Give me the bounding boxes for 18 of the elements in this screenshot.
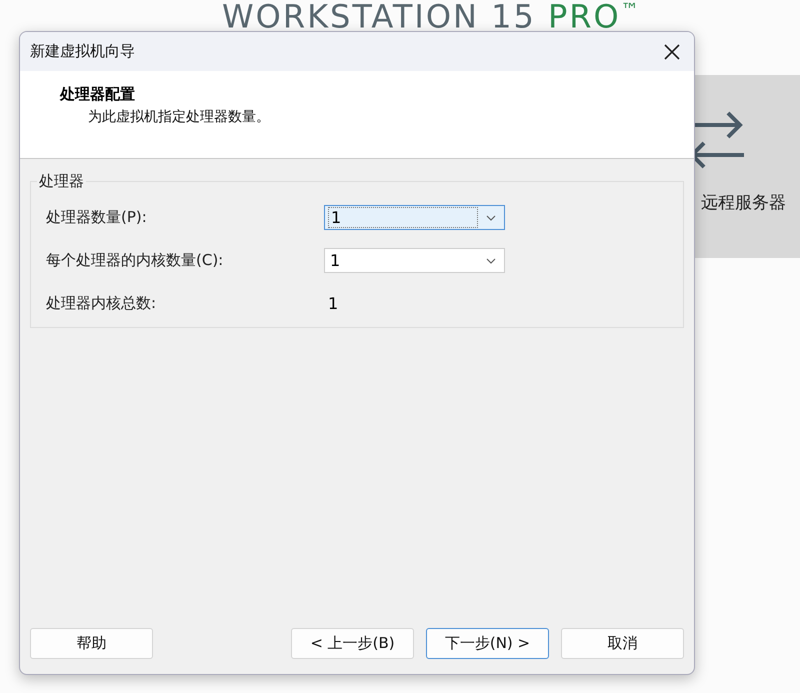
chevron-down-icon [486, 214, 496, 220]
page-heading: 处理器配置 [60, 85, 136, 104]
field-label: 处理器数量(P): [46, 208, 148, 227]
dialog-button[interactable]: 帮助 [30, 628, 153, 658]
close-icon[interactable] [664, 44, 680, 60]
dropdown[interactable]: 1 [324, 248, 505, 273]
group-title: 处理器 [37, 172, 86, 191]
dialog-button[interactable]: 取消 [561, 628, 684, 658]
window-title: 新建虚拟机向导 [30, 42, 135, 61]
core-total-value: 1 [327, 294, 338, 313]
field-label: 每个处理器的内核数量(C): [46, 251, 224, 270]
dialog-button[interactable]: 下一步(N) > [426, 628, 549, 658]
product-title: WORKSTATION 15 PRO$^{™}$ [222, 0, 639, 33]
dropdown[interactable]: 1 [324, 205, 505, 230]
page-description: 为此虚拟机指定处理器数量。 [88, 108, 271, 126]
chevron-down-icon [486, 258, 496, 264]
dialog-button[interactable]: < 上一步(B) [291, 628, 414, 658]
field-label: 处理器内核总数: [46, 294, 158, 313]
